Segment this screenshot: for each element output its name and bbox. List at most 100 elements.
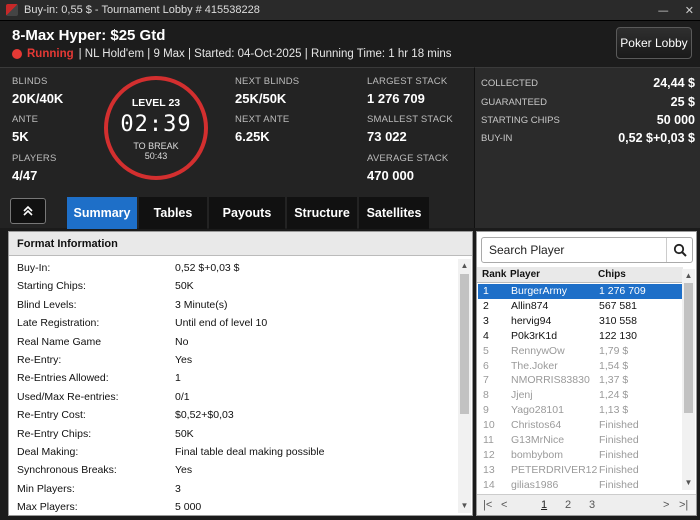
running-dot-icon [12,49,22,59]
format-row: Max Players: 5 000 [17,498,457,516]
format-information-panel: Format Information Buy-In: 0,52 $+0,03 $ S… [8,231,473,516]
player-rank: 5 [483,344,489,357]
player-row[interactable]: 12 bombybom Finished [478,448,682,463]
player-chips: Finished [599,448,639,461]
player-row[interactable]: 4 P0k3rK1d 122 130 [478,329,682,344]
tab-tables[interactable]: Tables [139,197,207,229]
player-chips: Finished [599,419,639,432]
scroll-thumb[interactable] [460,274,469,414]
buy-in-value: 0,52 $+0,03 $ [618,131,695,145]
prize-stats-panel: COLLECTED 24,44 $ GUARANTEED 25 $ STARTI… [474,67,700,228]
buy-in-label: BUY-IN [481,132,513,144]
search-player-box [481,237,693,263]
format-row: Min Players: 3 [17,480,457,498]
players-scrollbar[interactable]: ▲ ▼ [682,269,695,490]
player-player: BurgerArmy [511,285,568,297]
player-row[interactable]: 13 PETERDRIVER123 Finished [478,463,682,478]
players-table-header: Rank Player Chips [477,267,683,283]
player-rank: 4 [483,329,489,342]
format-value: $0,52+$0,03 [175,409,234,422]
next-page-icon[interactable]: > [663,499,669,511]
level-timer: 02:39 [120,112,192,137]
collected-row: COLLECTED 24,44 $ [481,74,695,92]
ante-label: ANTE [12,114,39,125]
first-page-icon[interactable]: |< [483,499,492,511]
collected-label: COLLECTED [481,77,539,89]
player-player: The.Joker [511,359,558,372]
format-value: Yes [175,464,193,477]
players-label: PLAYERS [12,153,57,164]
tournament-name: 8-Max Hyper: $25 Gtd [12,27,166,44]
format-value: 3 Minute(s) [175,298,228,311]
format-key: Max Players: [17,501,78,514]
player-player: NMORRIS83830 [511,374,590,387]
chips-header[interactable]: Chips [598,269,626,280]
scroll-thumb[interactable] [684,283,693,413]
format-scrollbar[interactable]: ▲ ▼ [458,259,471,513]
scroll-down-icon[interactable]: ▼ [458,500,471,512]
scroll-down-icon[interactable]: ▼ [682,477,695,489]
format-key: Synchronous Breaks: [17,464,117,477]
format-information-title: Format Information [9,232,472,256]
tournament-details: | NL Hold'em | 9 Max | Started: 04-Oct-2… [78,48,452,60]
players-pager: |< < 1 2 3 > >| [477,494,696,515]
player-chips: 567 581 [599,299,637,312]
player-player: gilias1986 [511,478,559,491]
format-row: Real Name Game No [17,333,457,351]
player-header[interactable]: Player [510,269,540,280]
largest-stack-label: LARGEST STACK [367,76,448,87]
blinds-label: BLINDS [12,76,48,87]
poker-lobby-button[interactable]: Poker Lobby [616,27,692,59]
tab-satellites[interactable]: Satellites [359,197,429,229]
page-2-link[interactable]: 2 [565,499,571,511]
scroll-up-icon[interactable]: ▲ [682,270,695,282]
player-row[interactable]: 1 BurgerArmy 1 276 709 [478,284,682,299]
player-row[interactable]: 7 NMORRIS83830 1,37 $ [478,373,682,388]
player-row[interactable]: 8 Jjenj 1,24 $ [478,388,682,403]
player-row[interactable]: 10 Christos64 Finished [478,418,682,433]
format-row: Used/Max Re-entries: 0/1 [17,388,457,406]
format-row: Deal Making: Final table deal making poss… [17,443,457,461]
tab-structure[interactable]: Structure [287,197,357,229]
format-key: Real Name Game [17,335,102,348]
lobby-tabs: Summary Tables Payouts Structure Satelli… [67,197,429,229]
tab-summary[interactable]: Summary [67,197,137,229]
to-break-label: TO BREAK [133,141,179,151]
format-value: 1 [175,372,181,385]
guaranteed-row: GUARANTEED 25 $ [481,93,695,111]
to-break-timer: 50:43 [144,151,168,161]
tab-payouts[interactable]: Payouts [209,197,285,229]
player-row[interactable]: 9 Yago28101 1,13 $ [478,403,682,418]
player-player: bombybom [511,448,563,461]
minimize-icon[interactable]: — [658,4,669,17]
last-page-icon[interactable]: >| [679,499,688,511]
search-player-input[interactable] [482,239,666,261]
player-row[interactable]: 2 Allin874 567 581 [478,299,682,314]
format-key: Deal Making: [17,446,79,458]
page-1-link[interactable]: 1 [541,499,547,511]
next-blinds-label: NEXT BLINDS [235,76,300,87]
collapse-chevron-up-icon[interactable] [10,198,46,224]
player-row[interactable]: 14 gilias1986 Finished [478,478,682,493]
app-logo-icon [6,4,18,16]
player-row[interactable]: 3 hervig94 310 558 [478,314,682,329]
format-key: Used/Max Re-entries: [17,390,119,403]
status-running: Running [27,48,74,60]
guaranteed-label: GUARANTEED [481,96,547,108]
search-icon[interactable] [666,238,692,262]
format-value: Yes [175,354,193,366]
player-row[interactable]: 5 RennywOw 1,79 $ [478,344,682,359]
player-row[interactable]: 11 G13MrNice Finished [478,433,682,448]
format-value: No [175,335,189,348]
blinds-value: 20K/40K [12,91,64,106]
page-3-link[interactable]: 3 [589,499,595,511]
close-icon[interactable]: ✕ [685,4,694,17]
rank-header[interactable]: Rank [482,269,506,280]
prev-page-icon[interactable]: < [501,499,507,511]
format-value: Final table deal making possible [175,446,325,458]
scroll-up-icon[interactable]: ▲ [458,260,471,272]
player-row[interactable]: 6 The.Joker 1,54 $ [478,359,682,374]
player-rank: 2 [483,299,489,312]
average-stack-value: 470 000 [367,168,414,183]
stat-next-blinds: NEXT BLINDS 25K/50K [235,76,299,106]
